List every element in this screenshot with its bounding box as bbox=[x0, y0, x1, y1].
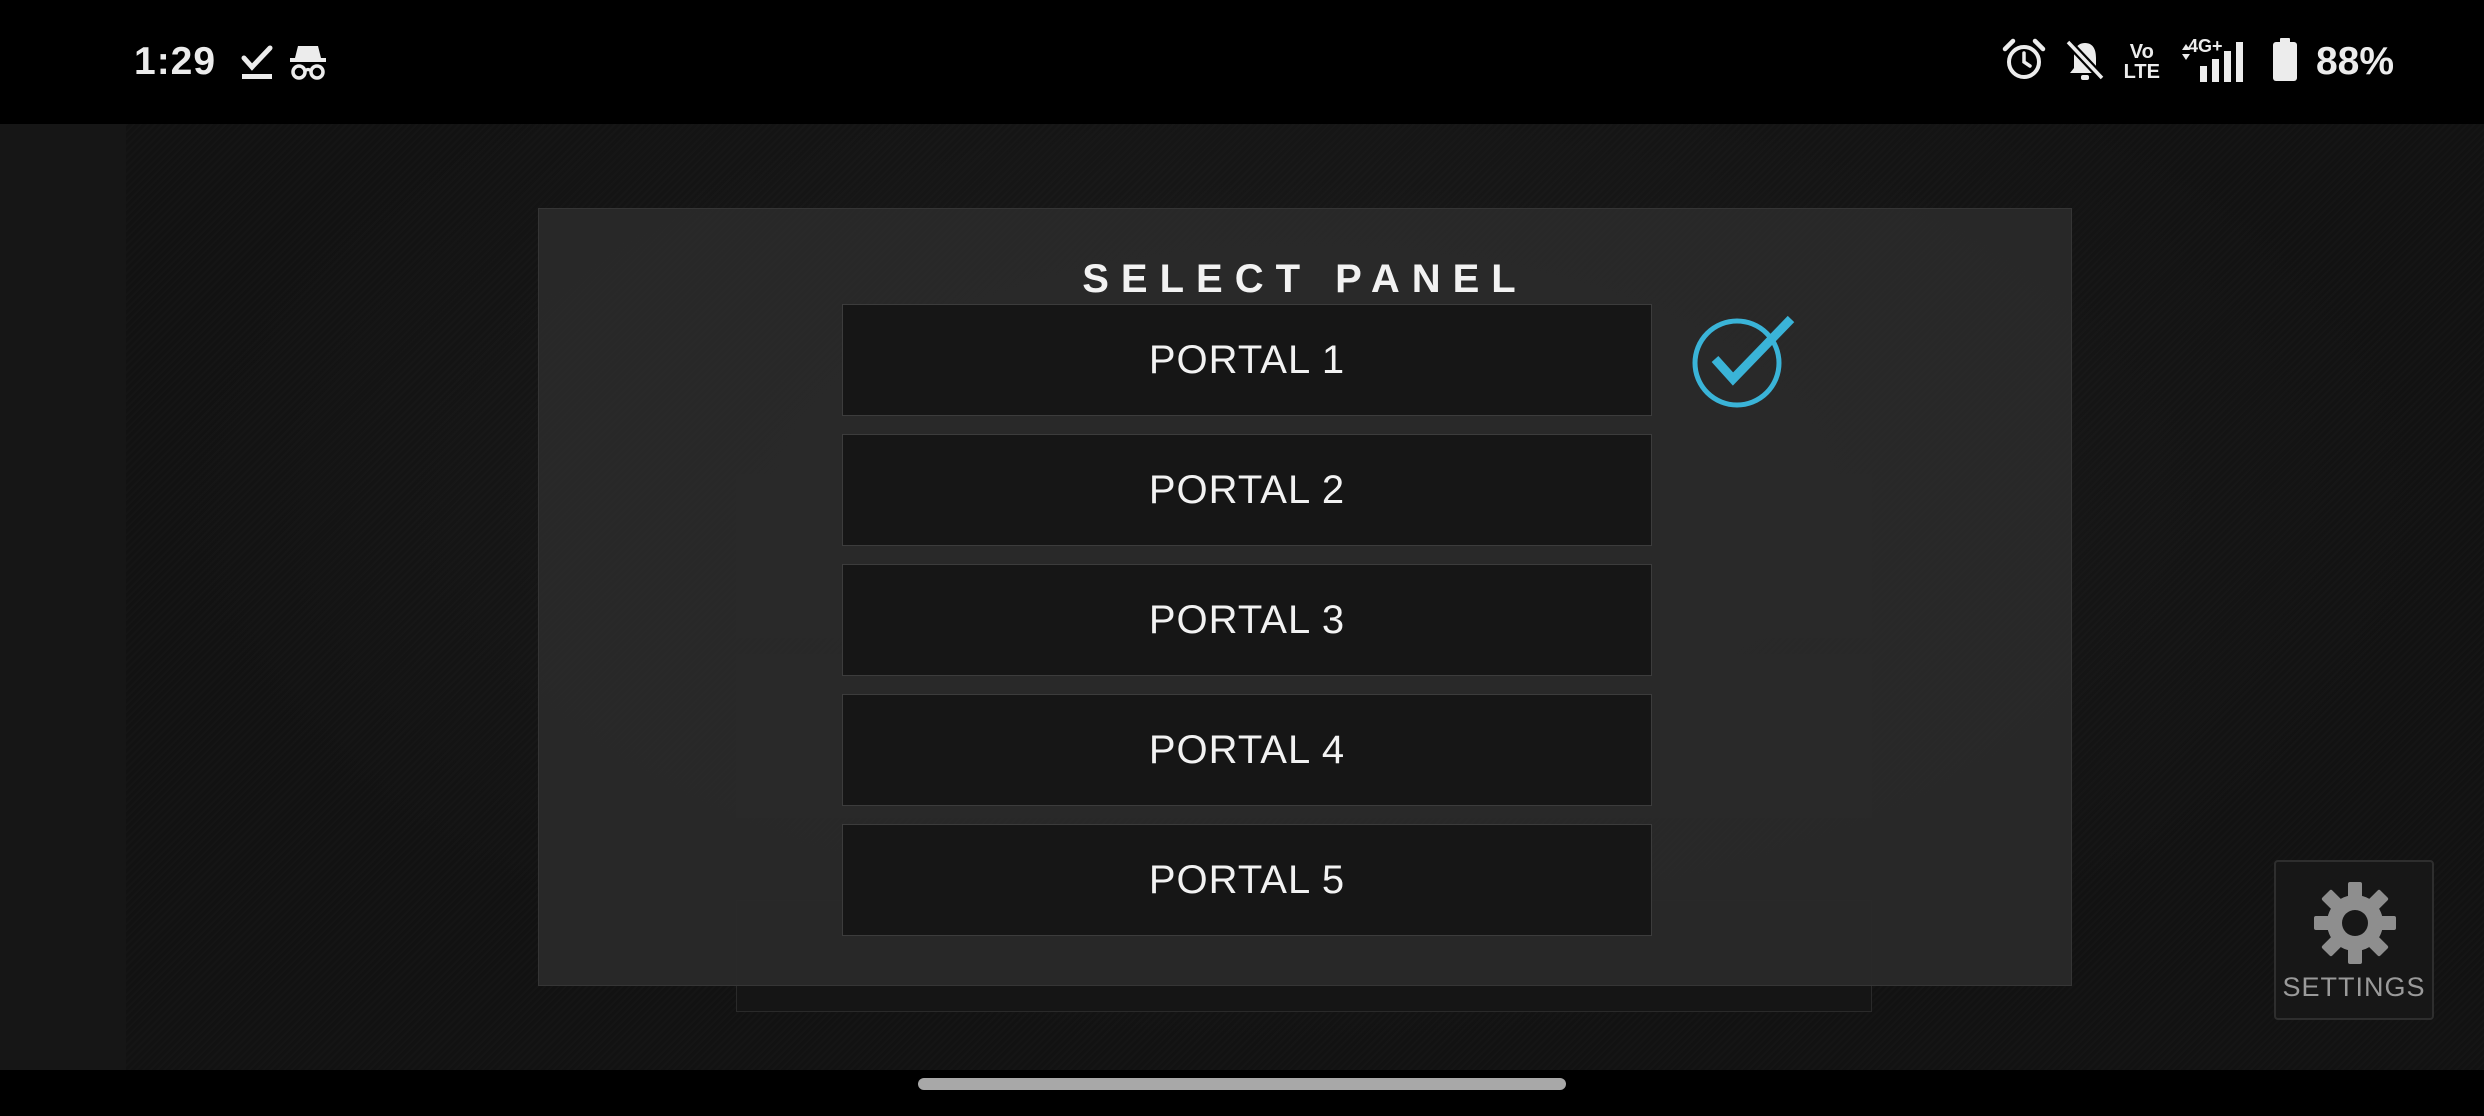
signal-4g-icon: 4G+ bbox=[2178, 36, 2254, 84]
task-done-icon bbox=[240, 42, 274, 87]
dialog-title: SELECT PANEL bbox=[1082, 257, 1528, 301]
selected-check-icon bbox=[1687, 313, 1797, 409]
bell-off-icon bbox=[2064, 38, 2106, 87]
status-time: 1:29 bbox=[134, 40, 217, 83]
status-bar: 1:29 Vo LTE 4G+ 88% bbox=[0, 0, 2484, 124]
alarm-icon bbox=[2002, 38, 2046, 87]
home-gesture-handle[interactable] bbox=[918, 1078, 1566, 1090]
navigation-bar bbox=[0, 1070, 2484, 1116]
portal-2-button[interactable]: PORTAL 2 bbox=[842, 434, 1652, 546]
volte-icon: Vo LTE bbox=[2124, 42, 2160, 82]
gear-icon bbox=[2312, 880, 2398, 966]
settings-label: SETTINGS bbox=[2282, 972, 2426, 1002]
portal-4-button[interactable]: PORTAL 4 bbox=[842, 694, 1652, 806]
portal-1-button[interactable]: PORTAL 1 bbox=[842, 304, 1652, 416]
battery-percent: 88% bbox=[2315, 40, 2394, 83]
screen: 1:29 Vo LTE 4G+ 88% SELECT PANEL PORTAL … bbox=[0, 0, 2484, 1116]
select-panel-dialog: SELECT PANEL PORTAL 1 PORTAL 2 PORTAL 3 … bbox=[538, 208, 2072, 986]
battery-icon bbox=[2272, 37, 2298, 87]
portal-3-button[interactable]: PORTAL 3 bbox=[842, 564, 1652, 676]
status-icons: Vo LTE 4G+ 88% bbox=[2002, 36, 2394, 87]
volte-top-text: Vo bbox=[2129, 41, 2154, 63]
volte-bottom-text: LTE bbox=[2123, 61, 2160, 83]
incognito-icon bbox=[288, 42, 328, 87]
side-strip bbox=[0, 124, 126, 1070]
settings-button[interactable]: SETTINGS bbox=[2274, 860, 2434, 1020]
portal-5-button[interactable]: PORTAL 5 bbox=[842, 824, 1652, 936]
